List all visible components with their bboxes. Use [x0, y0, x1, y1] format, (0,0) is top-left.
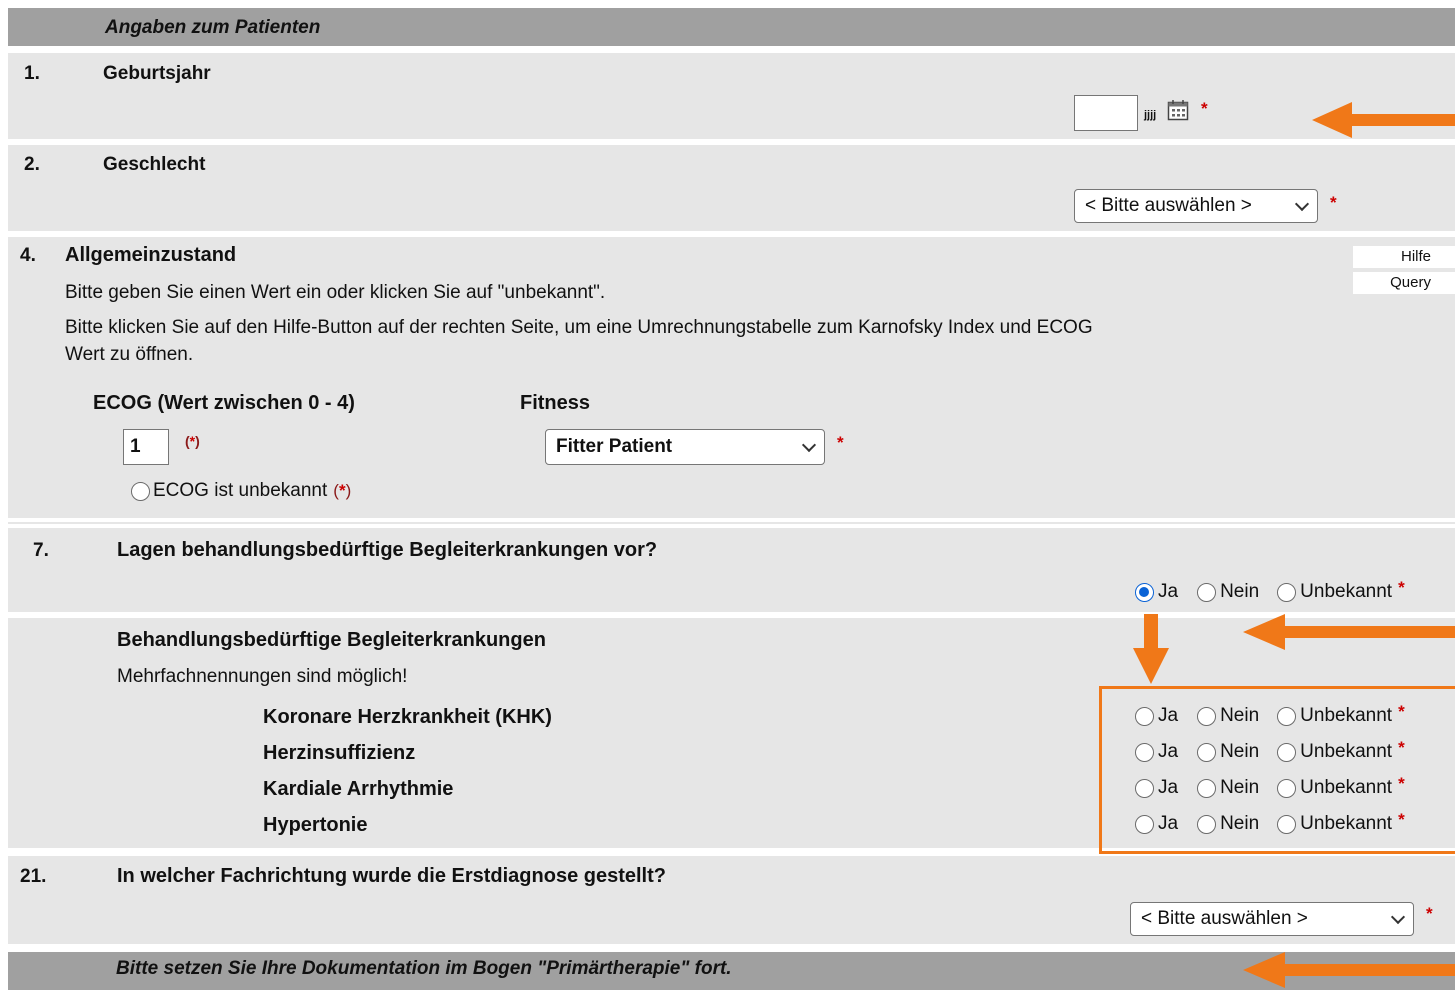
ecog-label: ECOG (Wert zwischen 0 - 4)	[93, 392, 355, 414]
help-text-1: Bitte geben Sie einen Wert ein oder klic…	[65, 282, 606, 303]
required-marker: *	[1426, 904, 1433, 923]
comorbidities-note: Mehrfachnennungen sind möglich!	[117, 666, 408, 687]
arrow-left-icon	[1243, 952, 1455, 988]
query-button[interactable]: Query	[1353, 272, 1455, 294]
chevron-down-icon	[1294, 196, 1310, 211]
comorbidities-title: Behandlungsbedürftige Begleiterkrankunge…	[117, 629, 546, 651]
question-title: Allgemeinzustand	[65, 244, 237, 266]
option-ja[interactable]: Ja	[1135, 581, 1178, 603]
required-marker: *	[1201, 99, 1208, 118]
radio-nein[interactable]	[1197, 582, 1217, 602]
option-label: Ja	[1158, 581, 1179, 602]
gender-select-value: < Bitte auswählen >	[1085, 195, 1252, 216]
ecog-unknown-required-marker: (*)	[333, 481, 352, 500]
ecog-unknown-option[interactable]: ECOG ist unbekannt (*)	[131, 480, 351, 502]
question-number: 2.	[24, 154, 40, 175]
radio-ja[interactable]	[1135, 582, 1154, 602]
question-title: In welcher Fachrichtung wurde die Erstdi…	[117, 865, 666, 887]
question-birth-year: 1. Geburtsjahr jjjj *	[8, 53, 1455, 139]
required-marker: *	[1330, 193, 1337, 212]
arrow-left-icon	[1243, 614, 1455, 650]
chevron-down-icon	[1390, 909, 1406, 924]
question-comorbidities-present: 7. Lagen behandlungsbedürftige Begleiter…	[8, 528, 1455, 612]
fitness-select[interactable]: Fitter Patient	[545, 429, 825, 465]
highlight-box	[1099, 686, 1455, 854]
ecog-unknown-radio[interactable]	[131, 481, 150, 501]
footer-text: Bitte setzen Sie Ihre Dokumentation im B…	[116, 958, 732, 979]
question-number: 1.	[24, 63, 40, 84]
question-number: 21.	[20, 866, 47, 887]
gender-select[interactable]: < Bitte auswählen >	[1074, 189, 1318, 223]
fitness-select-value: Fitter Patient	[556, 436, 673, 457]
option-nein[interactable]: Nein	[1197, 581, 1259, 603]
question-general-condition: 4. Allgemeinzustand Bitte geben Sie eine…	[8, 237, 1455, 518]
radio-unbekannt[interactable]	[1277, 582, 1297, 602]
specialty-select[interactable]: < Bitte auswählen >	[1130, 902, 1414, 936]
required-marker: *	[837, 433, 844, 452]
calendar-icon[interactable]	[1167, 99, 1189, 121]
birth-year-input[interactable]	[1074, 95, 1138, 131]
year-format-hint: jjjj	[1144, 109, 1157, 121]
specialty-select-value: < Bitte auswählen >	[1141, 908, 1308, 929]
arrow-down-icon	[1133, 614, 1169, 684]
section-header-title: Angaben zum Patienten	[105, 17, 321, 38]
question-number: 4.	[20, 245, 36, 266]
ecog-required-marker: (*)	[185, 433, 200, 449]
question-gender: 2. Geschlecht < Bitte auswählen > *	[8, 145, 1455, 231]
arrow-left-icon	[1312, 102, 1455, 138]
help-text-2: Bitte klicken Sie auf den Hilfe-Button a…	[65, 317, 1093, 338]
comorbidity-label: Herzinsuffizienz	[263, 742, 416, 764]
question-title: Geschlecht	[103, 154, 206, 175]
fitness-label: Fitness	[520, 392, 591, 414]
required-marker: *	[1398, 578, 1405, 597]
question-number: 7.	[33, 540, 49, 561]
option-label: Unbekannt	[1300, 581, 1393, 602]
section-header: Angaben zum Patienten	[8, 8, 1455, 46]
comorbidity-label: Kardiale Arrhythmie	[263, 778, 454, 800]
ecog-value: 1	[130, 436, 141, 457]
help-text-3: Wert zu öffnen.	[65, 344, 194, 365]
ecog-unknown-label: ECOG ist unbekannt	[153, 480, 328, 501]
comorbidities-present-radio-group: Ja Nein Unbekannt *	[1135, 578, 1405, 603]
question-title: Lagen behandlungsbedürftige Begleiterkra…	[117, 539, 658, 561]
question-title: Geburtsjahr	[103, 63, 211, 84]
question-first-diagnosis-specialty: 21. In welcher Fachrichtung wurde die Er…	[8, 856, 1455, 944]
divider	[8, 522, 1455, 524]
chevron-down-icon	[801, 437, 817, 452]
ecog-input[interactable]: 1	[123, 429, 169, 465]
footer-bar: Bitte setzen Sie Ihre Dokumentation im B…	[8, 952, 1455, 990]
option-label: Nein	[1220, 581, 1260, 602]
option-unbekannt[interactable]: Unbekannt	[1277, 581, 1392, 603]
comorbidity-label: Koronare Herzkrankheit (KHK)	[263, 706, 552, 728]
comorbidity-label: Hypertonie	[263, 814, 368, 836]
help-button[interactable]: Hilfe	[1353, 246, 1455, 268]
